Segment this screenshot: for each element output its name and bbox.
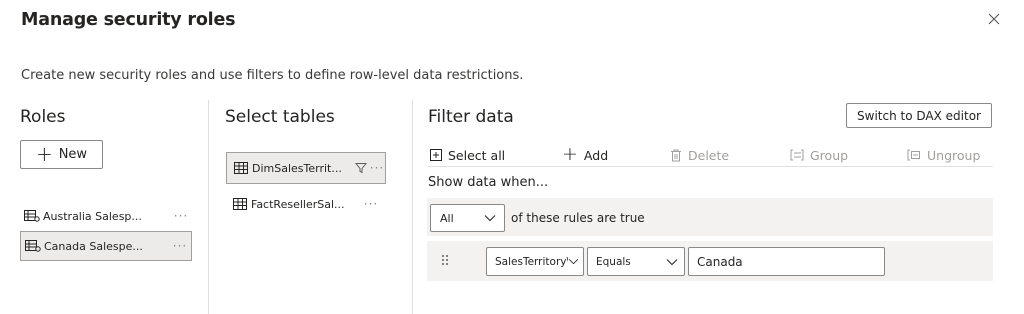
roles-heading: Roles: [20, 107, 66, 127]
switch-to-dax-button[interactable]: Switch to DAX editor: [846, 103, 992, 128]
operator-value: Equals: [596, 255, 631, 268]
filter-heading: Filter data: [428, 107, 514, 127]
select-all-button[interactable]: Select all: [430, 146, 505, 164]
close-icon[interactable]: [985, 10, 1003, 28]
chevron-down-icon: [484, 215, 496, 222]
show-data-when-label: Show data when...: [428, 175, 549, 190]
rule-value-input[interactable]: [688, 247, 885, 276]
ungroup-icon: [907, 149, 920, 161]
table-item-factresellersales[interactable]: FactResellerSal... ···: [226, 189, 386, 219]
ungroup-button[interactable]: Ungroup: [907, 146, 980, 164]
more-options-icon[interactable]: ···: [369, 161, 385, 175]
rules-true-label: of these rules are true: [511, 211, 645, 225]
new-role-button[interactable]: + New: [20, 140, 103, 169]
role-label: Australia Salesp...: [43, 209, 142, 223]
group-icon: [790, 149, 804, 161]
match-mode-dropdown[interactable]: All: [430, 204, 505, 232]
chevron-down-icon: [666, 258, 678, 265]
divider-tables: [412, 100, 413, 314]
role-label: Canada Salespe...: [44, 239, 143, 253]
plus-icon: +: [562, 143, 578, 165]
column-value: SalesTerritory\: [495, 255, 568, 268]
divider-roles: [208, 100, 209, 314]
drag-handle-icon[interactable]: [440, 253, 450, 267]
select-all-label: Select all: [448, 147, 506, 163]
role-item-canada[interactable]: Canada Salespe... ···: [20, 231, 192, 261]
group-button[interactable]: Group: [790, 146, 848, 164]
plus-icon: +: [35, 141, 53, 166]
filter-icon: [355, 163, 367, 174]
table-item-dimsalesterritory[interactable]: DimSalesTerrit... ···: [226, 152, 386, 184]
dialog-subtitle: Create new security roles and use filter…: [21, 68, 524, 83]
match-mode-value: All: [440, 211, 454, 225]
role-icon: [25, 239, 41, 253]
add-rule-button[interactable]: + Add: [562, 143, 609, 165]
group-label: Group: [810, 147, 849, 163]
trash-icon: [671, 149, 681, 161]
add-label: Add: [583, 147, 609, 163]
select-all-icon: [430, 149, 442, 161]
more-options-icon[interactable]: ···: [356, 197, 386, 211]
more-options-icon[interactable]: ···: [169, 239, 191, 253]
table-icon: [234, 162, 248, 174]
delete-label: Delete: [688, 147, 730, 163]
tables-heading: Select tables: [225, 107, 335, 127]
new-role-label: New: [58, 147, 88, 162]
delete-rule-button[interactable]: Delete: [670, 146, 729, 164]
table-label: FactResellerSal...: [251, 197, 345, 211]
ungroup-label: Ungroup: [927, 147, 981, 163]
role-icon: [24, 209, 40, 223]
operator-dropdown[interactable]: Equals: [587, 247, 685, 276]
dialog-title: Manage security roles: [21, 10, 236, 30]
role-item-australia[interactable]: Australia Salesp... ···: [20, 201, 192, 231]
more-options-icon[interactable]: ···: [170, 209, 192, 223]
chevron-down-icon: [568, 259, 579, 265]
table-label: DimSalesTerrit...: [252, 161, 342, 175]
column-dropdown[interactable]: SalesTerritory\: [486, 247, 584, 276]
table-icon: [233, 198, 247, 210]
toolbar-divider: [428, 166, 993, 167]
